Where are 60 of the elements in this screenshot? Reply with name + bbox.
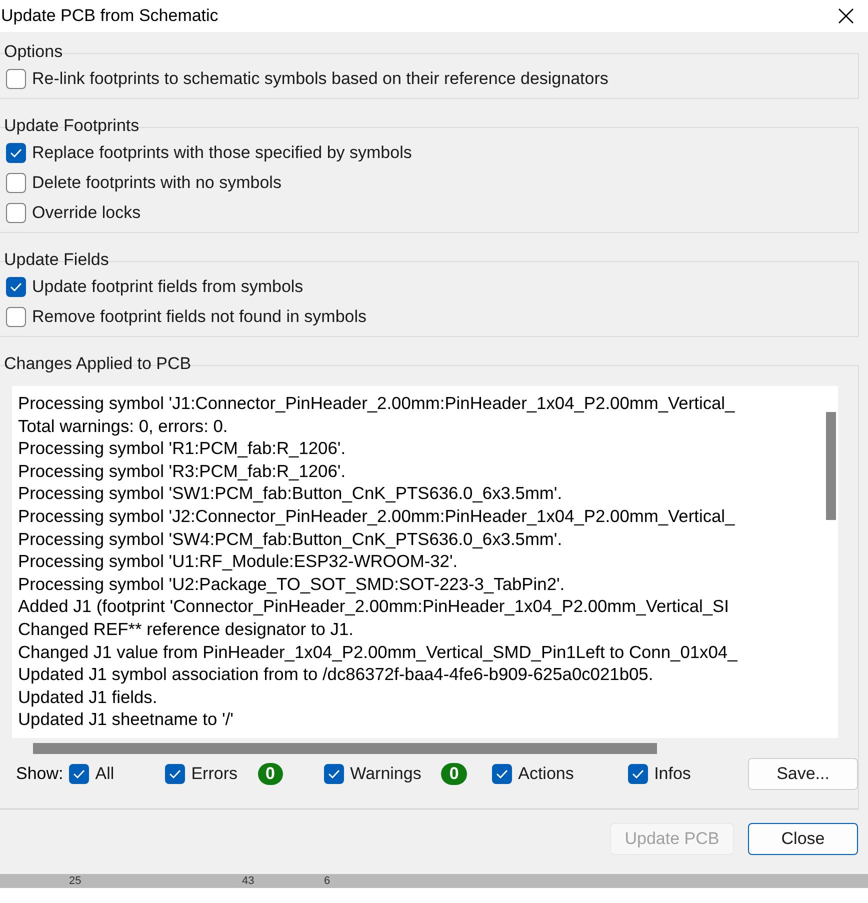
log-line: Processing symbol 'U1:RF_Module:ESP32-WROOM-32'. — [18, 550, 459, 573]
checkbox[interactable] — [6, 203, 26, 223]
log-line: Processing symbol 'J2:Connector_PinHeader_2.00mm:PinHeader_1x04_P2.00mm_Vertical_ — [18, 504, 736, 528]
filter-label: Warnings — [350, 764, 422, 784]
checkbox[interactable] — [6, 143, 26, 163]
check-icon — [10, 282, 22, 292]
checkbox[interactable] — [165, 764, 186, 784]
filter-label: Actions — [518, 764, 574, 784]
checkbox-label: Re-link footprints to schematic symbols based on their reference designators — [32, 69, 608, 89]
check-icon — [632, 769, 644, 779]
log-line: Total warnings: 0, errors: 0. — [18, 414, 229, 438]
filter-label: Errors — [191, 764, 238, 784]
log-line: Changed REF** reference designator to J1. — [18, 618, 354, 641]
checkbox[interactable] — [6, 69, 26, 89]
background-number: 6 — [324, 875, 330, 887]
log-line: Changed J1 value from PinHeader_1x04_P2.00mm_Vertical_SMD_Pin1Left to Conn_01x04_ — [18, 640, 738, 664]
checkbox[interactable] — [6, 307, 26, 327]
group-title: Update Footprints — [4, 116, 140, 137]
group-title: Changes Applied to PCB — [4, 354, 192, 375]
filter-label: All — [95, 764, 114, 784]
checkbox[interactable] — [6, 277, 26, 297]
checkbox-label: Replace footprints with those specified by symbols — [32, 143, 412, 163]
checkbox[interactable] — [69, 764, 90, 784]
check-icon — [10, 148, 22, 158]
log-line: Processing symbol 'SW4:PCM_fab:Button_CnK_PTS636.0_6x3.5mm'. — [18, 528, 564, 550]
background-number: 43 — [242, 875, 254, 887]
check-icon — [496, 769, 508, 779]
scrollbar-thumb[interactable] — [826, 412, 836, 520]
group-title: Options — [4, 42, 64, 63]
window-title: Update PCB from Schematic — [1, 6, 218, 26]
save-button[interactable]: Save... — [748, 758, 858, 790]
checkbox[interactable] — [6, 173, 26, 193]
close-button[interactable]: Close — [748, 823, 858, 855]
checkbox-label: Update footprint fields from symbols — [32, 277, 304, 297]
check-icon — [328, 769, 340, 779]
log-line: Processing symbol 'SW1:PCM_fab:Button_CnK_PTS636.0_6x3.5mm'. — [18, 482, 564, 505]
log-line: Processing symbol 'R1:PCM_fab:R_1206'. — [18, 437, 347, 460]
checkbox-label: Remove footprint fields not found in symbols — [32, 307, 367, 327]
count-badge: 0 — [258, 763, 283, 785]
log-line: Processing symbol 'U2:Package_TO_SOT_SMD:SOT-223-3_TabPin2'. — [18, 572, 566, 596]
checkbox-label: Delete footprints with no symbols — [32, 173, 282, 193]
log-line: Updated J1 fields. — [18, 686, 158, 708]
log-line: Added J1 (footprint 'Connector_PinHeader_2.00mm:PinHeader_1x04_P2.00mm_Vertical_SI — [18, 595, 730, 618]
checkbox[interactable] — [628, 764, 648, 784]
check-icon — [73, 769, 86, 779]
show-label: Show: — [16, 764, 64, 784]
checkbox[interactable] — [324, 764, 344, 784]
check-icon — [169, 769, 182, 779]
log-line: Processing symbol 'R3:PCM_fab:R_1206'. — [18, 460, 347, 482]
checkbox[interactable] — [492, 764, 512, 784]
log-line: Updated J1 sheetname to '/' — [18, 708, 234, 731]
close-icon[interactable] — [838, 8, 854, 24]
filter-label: Infos — [654, 764, 691, 784]
background-number: 25 — [69, 875, 82, 887]
count-badge: 0 — [441, 763, 467, 785]
group-title: Update Fields — [4, 250, 110, 271]
scrollbar-thumb[interactable] — [33, 743, 657, 754]
checkbox-label: Override locks — [32, 203, 141, 223]
log-line: Processing symbol 'J1:Connector_PinHeader_2.00mm:PinHeader_1x04_P2.00mm_Vertical_ — [18, 392, 736, 415]
log-line: Updated J1 symbol association from to /dc86372f-baa4-4fe6-b909-625a0c021b05. — [18, 663, 654, 686]
